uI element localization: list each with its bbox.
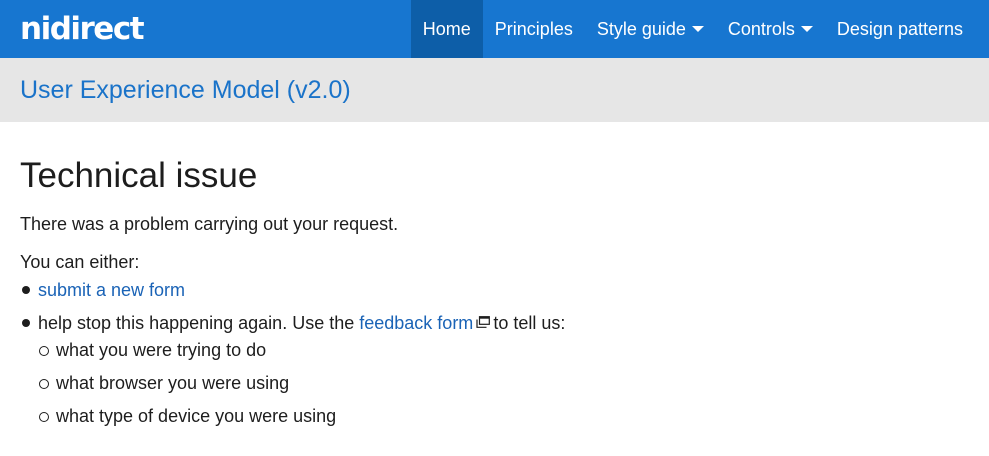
nav-item-home[interactable]: Home: [410, 0, 483, 58]
nav-item-style-guide[interactable]: Style guide: [585, 0, 716, 58]
feedback-form-link-label: feedback form: [359, 313, 474, 333]
top-navigation-bar: nidirect Home Principles Style guide Con…: [0, 0, 989, 58]
nav-item-principles[interactable]: Principles: [483, 0, 585, 58]
nidirect-logo[interactable]: nidirect: [0, 0, 145, 58]
list-item: submit a new form: [20, 278, 969, 302]
feedback-form-link[interactable]: feedback form: [359, 313, 493, 333]
main-nav: Home Principles Style guide Controls Des…: [410, 0, 989, 58]
caret-down-icon: [691, 26, 704, 32]
list-item: what browser you were using: [38, 371, 969, 395]
submit-new-form-link[interactable]: submit a new form: [38, 280, 185, 300]
site-title-banner: User Experience Model (v2.0): [0, 58, 989, 122]
page-title: Technical issue: [20, 156, 258, 195]
external-window-icon: [476, 316, 491, 328]
nav-item-label: Design patterns: [836, 18, 963, 39]
list-item: what type of device you were using: [38, 404, 969, 428]
nav-item-label: Principles: [494, 18, 573, 39]
list-item: help stop this happening again. Use the …: [20, 311, 969, 428]
options-intro: You can either:: [20, 252, 140, 272]
site-title: User Experience Model (v2.0): [20, 75, 351, 104]
list-item: what you were trying to do: [38, 338, 969, 362]
main-content: Technical issue There was a problem carr…: [0, 122, 989, 428]
nav-item-label: Home: [422, 18, 471, 39]
options-list: submit a new form help stop this happeni…: [20, 278, 969, 428]
nav-item-controls[interactable]: Controls: [716, 0, 825, 58]
nav-item-label: Controls: [727, 18, 795, 39]
feedback-details-list: what you were trying to do what browser …: [38, 338, 969, 428]
nav-item-label: Style guide: [596, 18, 686, 39]
caret-down-icon: [800, 26, 813, 32]
error-message: There was a problem carrying out your re…: [20, 214, 399, 234]
nav-item-design-patterns[interactable]: Design patterns: [825, 0, 989, 58]
feedback-suffix-text: to tell us:: [493, 313, 566, 333]
logo-text: nidirect: [20, 11, 145, 47]
feedback-prefix-text: help stop this happening again. Use the: [38, 313, 355, 333]
